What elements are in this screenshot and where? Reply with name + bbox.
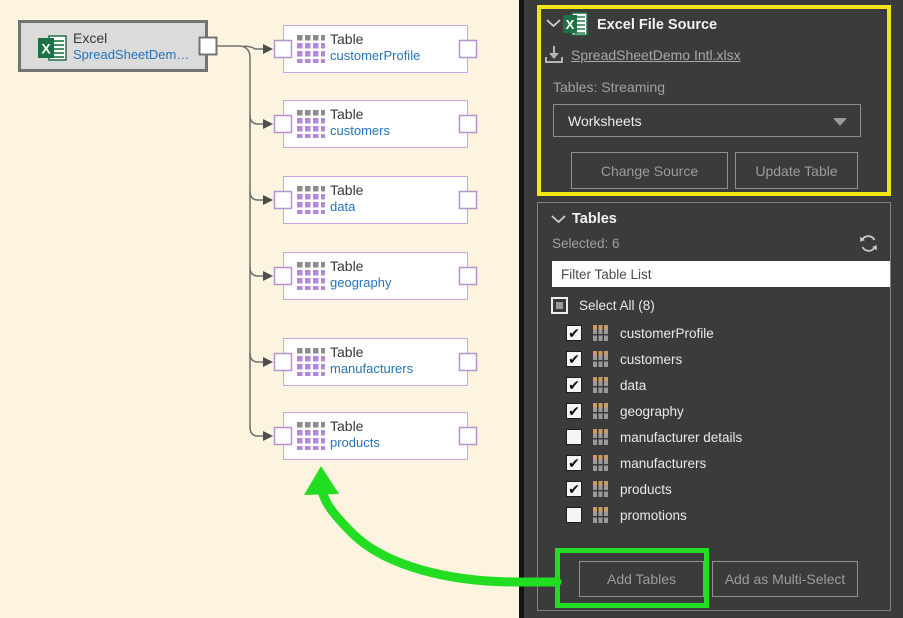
table-icon bbox=[593, 351, 609, 367]
node-type-label: Table bbox=[330, 344, 363, 360]
table-grid-icon bbox=[297, 348, 325, 376]
dropdown-value: Worksheets bbox=[568, 113, 642, 129]
svg-text:X: X bbox=[41, 41, 51, 57]
table-row-label: manufacturer details bbox=[620, 430, 742, 445]
tables-section-title: Tables bbox=[572, 211, 617, 227]
table-row-label: customerProfile bbox=[620, 326, 714, 341]
table-row-label: products bbox=[620, 482, 672, 497]
worksheets-dropdown[interactable]: Worksheets bbox=[553, 104, 861, 137]
table-row-geography[interactable]: geography bbox=[566, 402, 684, 420]
selected-count-label: Selected: 6 bbox=[552, 236, 620, 251]
table-icon bbox=[593, 377, 609, 393]
node-type-label: Table bbox=[330, 258, 363, 274]
table-row-promotions[interactable]: promotions bbox=[566, 506, 687, 524]
row-checkbox[interactable] bbox=[566, 403, 582, 419]
row-checkbox[interactable] bbox=[566, 429, 582, 445]
table-node-manufacturers[interactable]: Table manufacturers bbox=[283, 338, 468, 386]
table-grid-icon bbox=[297, 186, 325, 214]
node-type-label: Excel bbox=[73, 30, 107, 46]
row-checkbox[interactable] bbox=[566, 351, 582, 367]
table-row-data[interactable]: data bbox=[566, 376, 646, 394]
table-row-label: promotions bbox=[620, 508, 687, 523]
select-all-label: Select All (8) bbox=[579, 298, 655, 313]
source-section-title: Excel File Source bbox=[597, 17, 717, 33]
refresh-icon[interactable] bbox=[857, 232, 880, 255]
table-node-products[interactable]: Table products bbox=[283, 412, 468, 460]
node-name-label: data bbox=[330, 199, 355, 214]
table-row-customerprofile[interactable]: customerProfile bbox=[566, 324, 714, 342]
table-icon bbox=[593, 403, 609, 419]
table-icon bbox=[593, 455, 609, 471]
table-node-data[interactable]: Table data bbox=[283, 176, 468, 224]
excel-icon: X bbox=[38, 34, 68, 62]
node-name-label: manufacturers bbox=[330, 361, 413, 376]
table-icon bbox=[593, 429, 609, 445]
dataflow-designer-window: X Excel SpreadSheetDem… Table customerPr… bbox=[0, 0, 903, 618]
dataflow-canvas[interactable]: X Excel SpreadSheetDem… Table customerPr… bbox=[0, 0, 519, 618]
download-icon[interactable] bbox=[543, 44, 565, 64]
chevron-down-icon[interactable] bbox=[546, 18, 561, 28]
table-row-label: data bbox=[620, 378, 646, 393]
node-type-label: Table bbox=[330, 418, 363, 434]
node-name-label: geography bbox=[330, 275, 391, 290]
table-grid-icon bbox=[297, 262, 325, 290]
table-icon bbox=[593, 507, 609, 523]
table-row-products[interactable]: products bbox=[566, 480, 672, 498]
table-icon bbox=[593, 481, 609, 497]
row-checkbox[interactable] bbox=[566, 325, 582, 341]
row-checkbox[interactable] bbox=[566, 455, 582, 471]
table-grid-icon bbox=[297, 110, 325, 138]
row-checkbox[interactable] bbox=[566, 377, 582, 393]
add-multi-select-button[interactable]: Add as Multi-Select bbox=[712, 561, 858, 597]
svg-text:X: X bbox=[566, 17, 575, 32]
node-name-label: SpreadSheetDem… bbox=[73, 47, 189, 62]
select-all-row[interactable]: Select All (8) bbox=[551, 296, 655, 314]
table-row-label: customers bbox=[620, 352, 682, 367]
table-node-customers[interactable]: Table customers bbox=[283, 100, 468, 148]
node-name-label: products bbox=[330, 435, 380, 450]
add-tables-button[interactable]: Add Tables bbox=[579, 561, 704, 597]
chevron-down-icon[interactable] bbox=[551, 214, 566, 224]
change-source-button[interactable]: Change Source bbox=[571, 152, 728, 189]
table-node-geography[interactable]: Table geography bbox=[283, 252, 468, 300]
table-icon bbox=[593, 325, 609, 341]
node-type-label: Table bbox=[330, 31, 363, 47]
node-name-label: customerProfile bbox=[330, 48, 420, 63]
table-node-customerprofile[interactable]: Table customerProfile bbox=[283, 25, 468, 73]
table-row-manufacturer-details[interactable]: manufacturer details bbox=[566, 428, 742, 446]
table-grid-icon bbox=[297, 422, 325, 450]
update-table-button[interactable]: Update Table bbox=[735, 152, 858, 189]
row-checkbox[interactable] bbox=[566, 507, 582, 523]
table-grid-icon bbox=[297, 35, 325, 63]
node-type-label: Table bbox=[330, 182, 363, 198]
table-row-manufacturers[interactable]: manufacturers bbox=[566, 454, 706, 472]
filter-table-input[interactable] bbox=[552, 261, 890, 287]
table-row-label: geography bbox=[620, 404, 684, 419]
dropdown-arrow-icon bbox=[833, 118, 847, 126]
excel-source-node[interactable]: X Excel SpreadSheetDem… bbox=[18, 20, 208, 72]
row-checkbox[interactable] bbox=[566, 481, 582, 497]
table-row-label: manufacturers bbox=[620, 456, 706, 471]
excel-icon: X bbox=[563, 12, 588, 36]
select-all-checkbox[interactable] bbox=[551, 297, 568, 314]
node-name-label: customers bbox=[330, 123, 390, 138]
table-row-customers[interactable]: customers bbox=[566, 350, 682, 368]
node-type-label: Table bbox=[330, 106, 363, 122]
source-file-link[interactable]: SpreadSheetDemo Intl.xlsx bbox=[571, 47, 741, 63]
tables-mode-label: Tables: Streaming bbox=[553, 79, 665, 95]
